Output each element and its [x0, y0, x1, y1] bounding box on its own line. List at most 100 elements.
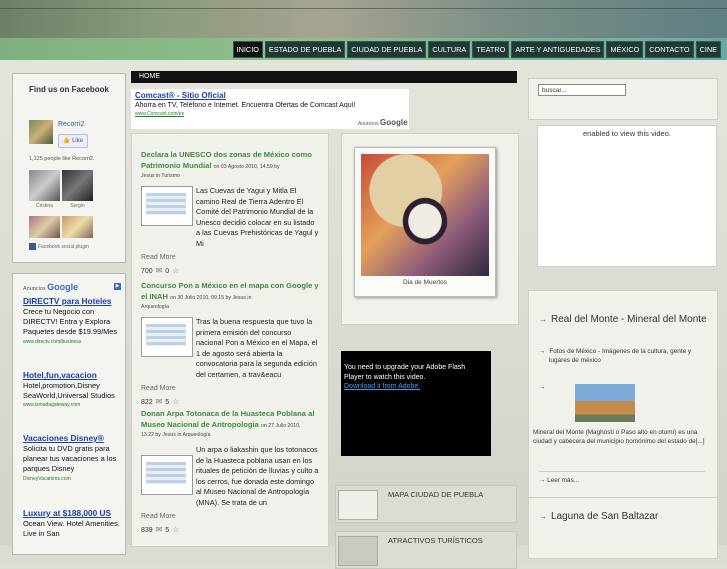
arrow-icon: → [539, 315, 547, 324]
ad-url[interactable]: www.ismadagateway.com [23, 401, 121, 410]
read-more-link[interactable]: Read More [141, 513, 319, 520]
fan-avatar[interactable] [62, 216, 93, 238]
comment-count: 5 [165, 399, 170, 406]
view-count: 839 [141, 527, 153, 534]
map-link-label[interactable]: MAPA CIUDAD DE PUEBLA [388, 490, 483, 499]
fan-avatar[interactable] [62, 170, 93, 201]
star-icon[interactable]: ☆ [172, 266, 179, 275]
read-more-link[interactable]: → Leer más... [539, 476, 579, 485]
nav-item-arte-y-antiguedades[interactable]: ARTE Y ANTIGUEDADES [511, 41, 605, 58]
ad-item[interactable]: Vacaciones Disney® Solicita tu DVD grati… [23, 433, 121, 484]
attractions-link-box[interactable]: ATRACTIVOS TURÍSTICOS [335, 531, 517, 569]
ad-item[interactable]: Hotel,fun,vacacion Hotel,promotion,Disne… [23, 370, 121, 410]
posts-list: Declara la UNESCO dos zonas de México co… [131, 133, 329, 547]
place-title[interactable]: → Real del Monte - Mineral del Monte [539, 313, 707, 326]
fan-name[interactable]: Sergio [62, 203, 93, 209]
breadcrumb[interactable]: HOME [131, 71, 517, 83]
ad-choices-arrow-icon[interactable]: ▶ [114, 283, 121, 290]
facebook-page-name[interactable]: Recorri2 [58, 121, 84, 128]
ad-text: Solicita tu DVD gratis para planear tus … [23, 444, 117, 474]
search-input[interactable]: buscar... [538, 84, 626, 96]
nav-item-cultura[interactable]: CULTURA [428, 41, 471, 58]
post-date: on 30 Julio 2010, 09.15 by Jesus in [170, 294, 252, 301]
ads-label: Anuncios [358, 121, 379, 127]
flash-video-player[interactable]: You need to upgrade your Adobe Flash Pla… [341, 351, 491, 456]
top-ad-url[interactable]: www.Comcast.com/es [135, 111, 184, 117]
comments-icon[interactable]: ✉ [156, 397, 163, 406]
star-icon[interactable]: ☆ [172, 525, 179, 534]
main-content: HOME Comcast® - Sitio Oficial Ahorra en … [131, 71, 519, 569]
post-title[interactable]: Concurso Pon a México en el mapa con Goo… [141, 281, 319, 303]
ad-url[interactable]: DisneyVacations.com [23, 475, 121, 484]
read-more-text[interactable]: Leer más... [547, 477, 579, 484]
facebook-like-count: 1,125 people like Recorri2. [29, 156, 95, 162]
arrow-icon: → [539, 477, 548, 484]
nav-item-m-xico[interactable]: MÉXICO [606, 41, 644, 58]
search-box: buscar... [528, 78, 718, 120]
place-title[interactable]: → Laguna de San Baltazar [539, 510, 689, 523]
nav-item-teatro[interactable]: TEATRO [472, 41, 510, 58]
post-meta: Jesus in Turismo [141, 173, 180, 179]
fan-avatar[interactable] [29, 170, 60, 201]
second-place-box: → Laguna de San Baltazar [528, 497, 718, 559]
like-icon: 👍 [62, 138, 71, 144]
nav-item-cine[interactable]: CINE [695, 41, 721, 58]
read-more-link[interactable]: Read More [141, 254, 319, 261]
ad-item[interactable]: Luxury at $188,000 US Ocean View. Hotel … [23, 508, 121, 539]
ad-url[interactable]: www.directv.com/business [23, 338, 121, 347]
post-thumbnail[interactable] [141, 455, 193, 495]
ad-text: Hotel,promotion,Disney SeaWorld,Universa… [23, 381, 115, 401]
top-google-ad[interactable]: Comcast® - Sitio Oficial Ahorra en TV, T… [131, 89, 409, 129]
nav-item-ciudad-de-puebla[interactable]: CIUDAD DE PUEBLA [347, 41, 427, 58]
post-stats: 822 ✉ 5 ☆ [141, 397, 319, 406]
post-stats: 839 ✉ 5 ☆ [141, 525, 319, 534]
ad-item[interactable]: DIRECTV para Hoteles Crece tu Negocio co… [23, 296, 121, 347]
read-more-link[interactable]: Read More [141, 385, 319, 392]
facebook-page-avatar[interactable] [29, 120, 53, 144]
ads-by-google-label[interactable]: Anuncios Google [23, 282, 78, 292]
featured-place-box: → Real del Monte - Mineral del Monte → Fot… [528, 290, 718, 502]
ads-label: Anuncios [23, 286, 46, 292]
post-thumbnail[interactable] [141, 317, 193, 357]
ad-title[interactable]: Luxury at $188,000 US [23, 508, 121, 519]
ad-title[interactable]: Vacaciones Disney® [23, 433, 121, 444]
place-subtitle-text: Fotos de México - Imágenes de la cultura… [549, 348, 692, 365]
post-title[interactable]: Donan Arpa Totonaca de la Huasteca Pobla… [141, 409, 319, 431]
featured-photo[interactable] [361, 154, 489, 276]
top-ad-title[interactable]: Comcast® - Sitio Oficial [135, 91, 226, 100]
arrow-icon: → [539, 348, 546, 355]
attractions-link-label[interactable]: ATRACTIVOS TURÍSTICOS [388, 536, 483, 545]
attractions-thumbnail[interactable] [338, 536, 378, 566]
post-item: Declara la UNESCO dos zonas de México co… [141, 150, 319, 275]
flash-download-link[interactable]: Download it from Adobe. [344, 383, 420, 390]
place-thumbnail[interactable] [575, 384, 635, 422]
ad-title[interactable]: DIRECTV para Hoteles [23, 296, 121, 307]
comments-icon[interactable]: ✉ [156, 525, 163, 534]
facebook-like-box: Find us on Facebook Recorri2 👍 Like 1,12… [12, 73, 126, 263]
place-title-text[interactable]: Real del Monte - Mineral del Monte [551, 314, 707, 325]
nav-item-estado-de-puebla[interactable]: ESTADO DE PUEBLA [264, 41, 346, 58]
like-label: Like [72, 138, 84, 144]
post-item: Concurso Pon a México en el mapa con Goo… [141, 281, 319, 406]
comments-icon[interactable]: ✉ [156, 266, 163, 275]
facebook-like-button[interactable]: 👍 Like [58, 134, 88, 148]
post-thumbnail[interactable] [141, 186, 193, 226]
map-link-box[interactable]: MAPA CIUDAD DE PUEBLA [335, 485, 517, 523]
nav-item-contacto[interactable]: CONTACTO [645, 41, 694, 58]
video-embed[interactable]: enabled to view this video. [537, 125, 717, 267]
view-count: 700 [141, 268, 153, 275]
place-title-text[interactable]: Laguna de San Baltazar [551, 511, 658, 522]
facebook-plugin-label[interactable]: Facebook social plugin [29, 243, 89, 250]
top-ad-text: Ahorra en TV, Teléfono e Internet. Encue… [135, 102, 356, 109]
post-title[interactable]: Declara la UNESCO dos zonas de México co… [141, 150, 319, 172]
post-date: on 27 Julio 2010, [260, 422, 301, 429]
star-icon[interactable]: ☆ [172, 397, 179, 406]
fan-name[interactable]: Cristina [29, 203, 60, 209]
top-ads-by-google[interactable]: Anuncios Google [358, 118, 408, 127]
fan-avatar[interactable] [29, 216, 60, 238]
photo-frame[interactable]: Dia de Muertos [354, 147, 496, 297]
featured-photo-box: Dia de Muertos [341, 133, 519, 325]
map-thumbnail[interactable] [338, 490, 378, 520]
ad-title[interactable]: Hotel,fun,vacacion [23, 370, 121, 381]
nav-item-inicio[interactable]: INICIO [232, 41, 263, 58]
